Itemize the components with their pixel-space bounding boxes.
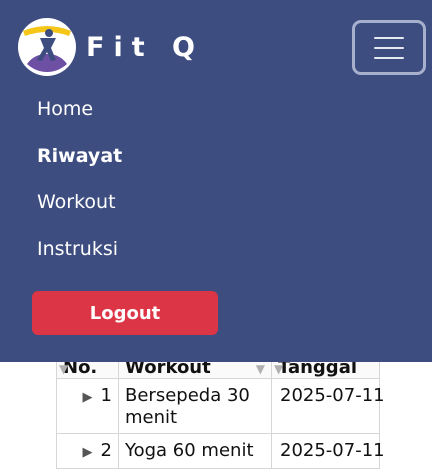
table-row[interactable]: ▶ 1 Bersepeda 30 menit 2025-07-11 — [56, 378, 385, 434]
sort-icon: ▼ — [274, 362, 284, 376]
cell-date: 2025-07-11 — [271, 433, 385, 469]
logout-button[interactable]: Logout — [32, 291, 218, 335]
navbar-toggler-button[interactable] — [352, 20, 426, 75]
page: ▼ No. Workout ▼ ▼ Tanggal ▶ 1 Bersepeda … — [0, 0, 432, 472]
nav-item-instruksi[interactable]: Instruksi — [37, 236, 122, 283]
nav-item-home[interactable]: Home — [37, 96, 122, 143]
expand-row-icon[interactable]: ▶ — [83, 390, 93, 405]
cell-no: ▶ 2 — [56, 433, 119, 469]
hamburger-menu-icon — [374, 36, 404, 39]
cell-date: 2025-07-11 — [271, 378, 385, 434]
nav-item-workout[interactable]: Workout — [37, 189, 122, 236]
yoga-pose-logo-icon — [18, 18, 76, 76]
expand-row-icon[interactable]: ▶ — [83, 445, 93, 460]
row-number: 2 — [100, 440, 112, 461]
sort-icon: ▼ — [59, 362, 69, 376]
nav-menu: Home Riwayat Workout Instruksi — [37, 96, 122, 282]
nav-item-riwayat[interactable]: Riwayat — [37, 143, 122, 190]
cell-no: ▶ 1 — [56, 378, 119, 434]
table-row[interactable]: ▶ 2 Yoga 60 menit 2025-07-11 — [56, 433, 385, 469]
row-number: 1 — [100, 385, 112, 406]
brand[interactable]: Fit Q — [18, 18, 204, 76]
hamburger-menu-icon — [374, 46, 404, 49]
hamburger-menu-icon — [374, 56, 404, 59]
brand-name: Fit Q — [86, 31, 204, 63]
navbar: Fit Q Home Riwayat Workout Instruksi Log… — [0, 0, 432, 362]
cell-workout: Yoga 60 menit — [118, 433, 272, 469]
sort-icon: ▼ — [255, 362, 265, 376]
cell-workout: Bersepeda 30 menit — [118, 378, 272, 434]
